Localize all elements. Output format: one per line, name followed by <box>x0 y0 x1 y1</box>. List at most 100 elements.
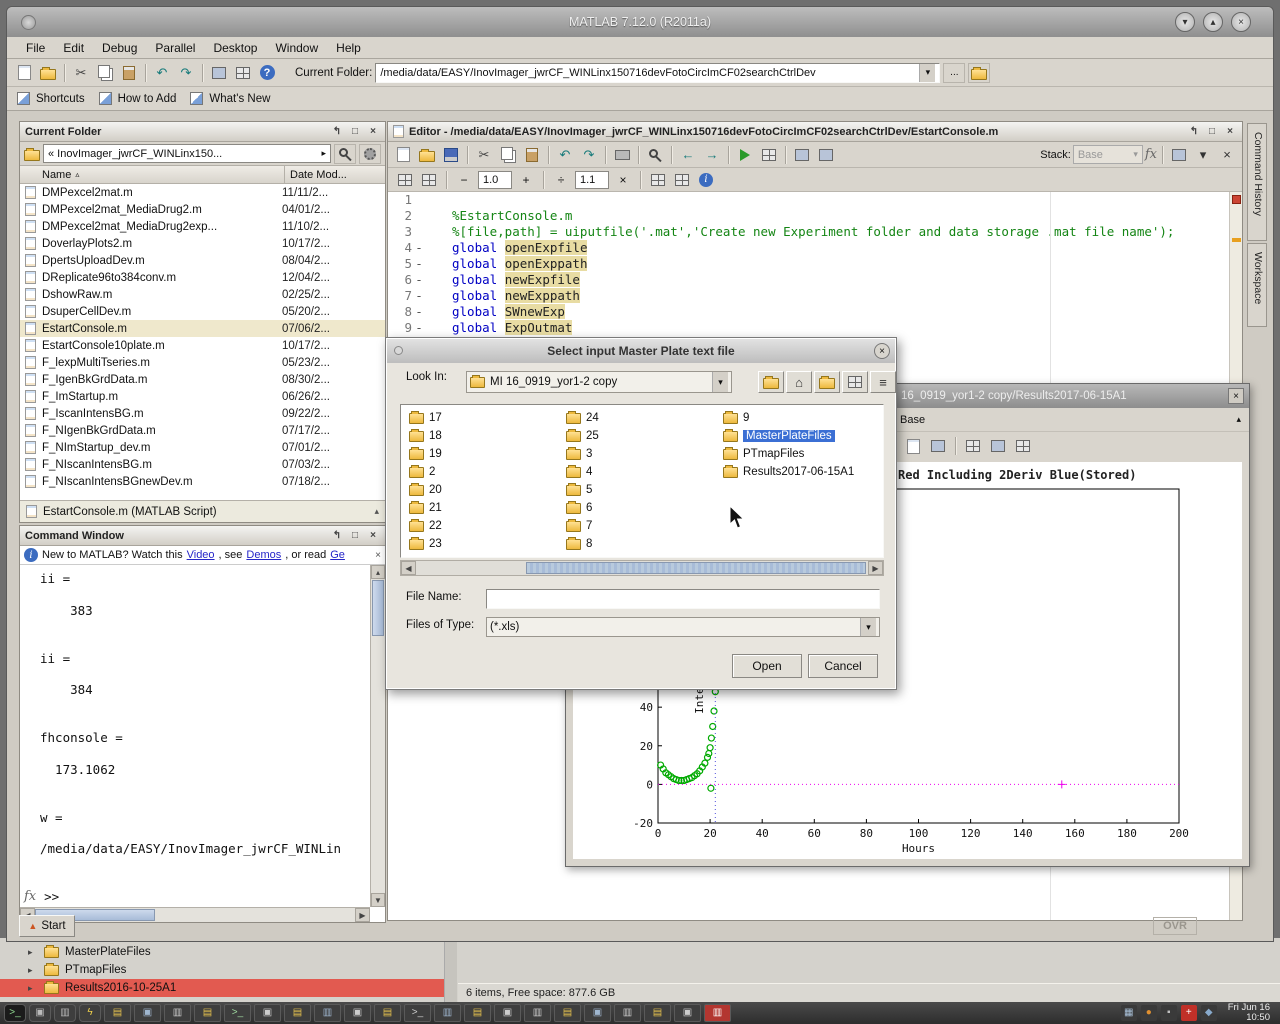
folder-item[interactable]: 22 <box>401 517 558 535</box>
file-row[interactable]: DoverlayPlots2.m10/17/2... <box>20 235 385 252</box>
scroll-thumb[interactable] <box>372 580 384 636</box>
divide-button[interactable]: ÷ <box>550 169 572 191</box>
folder-item[interactable]: 5 <box>558 481 715 499</box>
taskbar-window-button[interactable]: ▥ <box>614 1004 641 1022</box>
increase-button[interactable]: + <box>515 169 537 191</box>
folder-item[interactable]: 24 <box>558 409 715 427</box>
expand-caret-icon[interactable]: ▸ <box>28 947 38 958</box>
search-button[interactable] <box>334 144 356 164</box>
current-folder-combo[interactable]: /media/data/EASY/InovImager_jwrCF_WINLin… <box>375 63 940 83</box>
decrease-button[interactable]: − <box>453 169 475 191</box>
tray-icon[interactable]: ▪ <box>1161 1005 1177 1021</box>
paste-button[interactable] <box>118 62 140 84</box>
run-section-button[interactable] <box>758 144 780 166</box>
taskbar-window-button[interactable]: ▣ <box>494 1004 521 1022</box>
taskbar-window-button[interactable]: ▥ <box>704 1004 731 1022</box>
folder-item[interactable]: 21 <box>401 499 558 517</box>
find-button[interactable] <box>644 144 666 166</box>
file-row[interactable]: DMPexcel2mat.m11/11/2... <box>20 184 385 201</box>
folder-item[interactable]: MasterPlateFiles <box>715 427 872 445</box>
file-row[interactable]: F_NIgenBkGrdData.m07/17/2... <box>20 422 385 439</box>
taskbar-window-button[interactable]: >_ <box>224 1004 251 1022</box>
launcher-button[interactable]: ϟ <box>79 1004 101 1022</box>
tab-command-history[interactable]: Command History <box>1247 123 1267 241</box>
fm-scrollbar[interactable] <box>444 938 457 1002</box>
dialog-close-button[interactable]: × <box>874 343 890 359</box>
maximize-icon[interactable]: □ <box>348 125 362 139</box>
save-button[interactable] <box>440 144 462 166</box>
name-column[interactable]: Name <box>20 169 71 181</box>
menu-desktop[interactable]: Desktop <box>204 39 266 57</box>
demos-link[interactable]: Demos <box>246 549 281 561</box>
column-divider[interactable] <box>284 166 285 183</box>
analyzer-warning-marker[interactable] <box>1232 238 1241 242</box>
column-header[interactable]: Name ▵ Date Mod... <box>20 166 385 184</box>
open-button[interactable]: Open <box>732 654 802 678</box>
scroll-right-icon[interactable]: ▶ <box>868 561 883 575</box>
folder-item[interactable]: 18 <box>401 427 558 445</box>
files-of-type-combo[interactable]: (*.xls) ▾ <box>486 617 880 637</box>
file-row[interactable]: EstartConsole10plate.m10/17/2... <box>20 337 385 354</box>
close-icon[interactable]: × <box>1223 125 1237 139</box>
start-button[interactable]: ▲ Start <box>19 915 75 937</box>
cell-insert-button[interactable] <box>791 144 813 166</box>
grid-view-button[interactable] <box>842 371 868 393</box>
run-button[interactable] <box>734 144 756 166</box>
taskbar-window-button[interactable]: ▥ <box>434 1004 461 1022</box>
taskbar-window-button[interactable]: ▤ <box>644 1004 671 1022</box>
code-line[interactable]: 2%EstartConsole.m <box>388 208 1229 224</box>
close-editor-button[interactable]: × <box>1216 144 1238 166</box>
folder-item[interactable]: 20 <box>401 481 558 499</box>
menu-edit[interactable]: Edit <box>54 39 93 57</box>
folder-item[interactable]: 23 <box>401 535 558 553</box>
file-row[interactable]: F_IgenBkGrdData.m08/30/2... <box>20 371 385 388</box>
taskbar-window-button[interactable]: ▥ <box>314 1004 341 1022</box>
maximize-icon[interactable]: □ <box>1205 125 1219 139</box>
banner-close-icon[interactable]: × <box>375 550 381 561</box>
file-detail-bar[interactable]: EstartConsole.m (MATLAB Script) ▴ <box>20 500 385 522</box>
cancel-button[interactable]: Cancel <box>808 654 878 678</box>
command-prompt-row[interactable]: fx >> <box>24 889 59 904</box>
file-row[interactable]: DMPexcel2mat_MediaDrug2.m04/01/2... <box>20 201 385 218</box>
file-row[interactable]: F_NIscanIntensBGnewDev.m07/18/2... <box>20 473 385 490</box>
folder-item[interactable]: Results2017-06-15A1 <box>715 463 872 481</box>
guide-button[interactable] <box>232 62 254 84</box>
folder-item[interactable]: 2 <box>401 463 558 481</box>
file-row[interactable]: F_NIscanIntensBG.m07/03/2... <box>20 456 385 473</box>
undo-button[interactable]: ↶ <box>151 62 173 84</box>
dock-button[interactable]: ▾ <box>1192 144 1214 166</box>
indent-button[interactable] <box>394 169 416 191</box>
outdent-button[interactable] <box>418 169 440 191</box>
folder-item[interactable]: 25 <box>558 427 715 445</box>
launcher-button[interactable]: ▥ <box>54 1004 76 1022</box>
shortcut-whats-new[interactable]: What's New <box>209 93 270 105</box>
code-line[interactable]: 3%[file,path] = uiputfile('.mat','Create… <box>388 224 1229 240</box>
taskbar-window-button[interactable]: ▤ <box>464 1004 491 1022</box>
fig-table-button[interactable] <box>927 435 949 457</box>
file-row[interactable]: F_ImStartup.m06/26/2... <box>20 388 385 405</box>
layout-button[interactable] <box>1168 144 1190 166</box>
new-file-button[interactable] <box>13 62 35 84</box>
shortcuts-label[interactable]: Shortcuts <box>36 93 85 105</box>
copy-button[interactable] <box>497 144 519 166</box>
file-row[interactable]: DsuperCellDev.m05/20/2... <box>20 303 385 320</box>
folder-item[interactable]: 4 <box>558 463 715 481</box>
folder-item[interactable]: 17 <box>401 409 558 427</box>
maximize-button[interactable]: ▴ <box>1203 12 1223 32</box>
taskbar-window-button[interactable]: ▤ <box>554 1004 581 1022</box>
folder-item[interactable]: 6 <box>558 499 715 517</box>
maximize-icon[interactable]: □ <box>348 529 362 543</box>
folder-item[interactable]: 7 <box>558 517 715 535</box>
folder-item[interactable]: 9 <box>715 409 872 427</box>
multiply-button[interactable]: × <box>612 169 634 191</box>
print-button[interactable] <box>611 144 633 166</box>
simulink-button[interactable] <box>208 62 230 84</box>
breadcrumb[interactable]: « InovImager_jwrCF_WINLinx150... ▸ <box>43 144 331 163</box>
taskbar-window-button[interactable]: ▥ <box>164 1004 191 1022</box>
open-folder-button[interactable] <box>37 62 59 84</box>
close-icon[interactable]: × <box>366 529 380 543</box>
file-row[interactable]: DpertsUploadDev.m08/04/2... <box>20 252 385 269</box>
file-row[interactable]: F_NImStartup_dev.m07/01/2... <box>20 439 385 456</box>
taskbar-window-button[interactable]: ▥ <box>524 1004 551 1022</box>
fig-grid-button[interactable] <box>962 435 984 457</box>
